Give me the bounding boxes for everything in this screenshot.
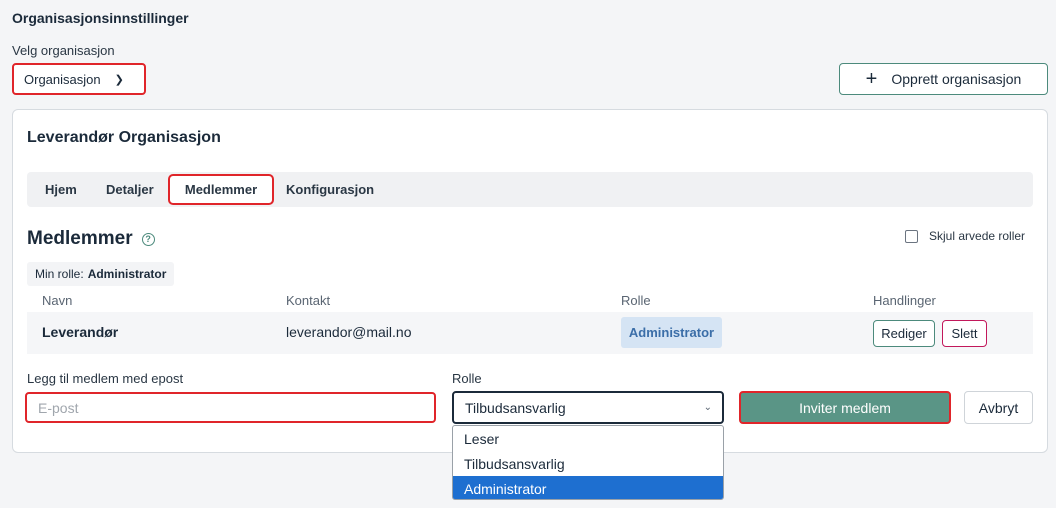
role-select-value: Tilbudsansvarlig bbox=[465, 399, 566, 416]
hide-inherited-roles[interactable]: Skjul arvede roller bbox=[905, 229, 1025, 243]
chevron-down-icon: ⌄ bbox=[703, 402, 712, 413]
help-icon[interactable]: ? bbox=[141, 232, 155, 246]
tab-members[interactable]: Medlemmer bbox=[168, 174, 274, 205]
member-name: Leverandør bbox=[42, 324, 119, 340]
role-option-tender-manager[interactable]: Tilbudsansvarlig bbox=[453, 451, 723, 476]
card-title: Leverandør Organisasjon bbox=[27, 129, 221, 146]
my-role-value: Administrator bbox=[87, 267, 167, 281]
column-header-name: Navn bbox=[42, 293, 73, 308]
column-header-contact: Kontakt bbox=[286, 293, 331, 308]
create-organization-label: Opprett organisasjon bbox=[891, 71, 1022, 87]
plus-icon: + bbox=[865, 68, 878, 90]
invite-member-button[interactable]: Inviter medlem bbox=[739, 391, 951, 424]
member-contact: leverandor@mail.no bbox=[286, 324, 412, 340]
role-option-reader[interactable]: Leser bbox=[453, 426, 723, 451]
column-header-actions: Handlinger bbox=[873, 293, 936, 308]
role-dropdown: Leser Tilbudsansvarlig Administrator bbox=[452, 425, 724, 500]
chevron-down-icon: ❯ bbox=[114, 73, 124, 86]
tab-details[interactable]: Detaljer bbox=[106, 172, 154, 207]
hide-inherited-checkbox[interactable] bbox=[905, 229, 918, 243]
column-header-role: Rolle bbox=[621, 293, 651, 308]
org-select-label: Velg organisasjon bbox=[12, 43, 115, 58]
delete-member-button[interactable]: Slett bbox=[942, 320, 987, 347]
tab-configuration[interactable]: Konfigurasjon bbox=[286, 172, 374, 207]
email-label: Legg til medlem med epost bbox=[27, 371, 184, 386]
my-role-label: Min rolle: bbox=[35, 267, 84, 281]
tab-home[interactable]: Hjem bbox=[45, 172, 77, 207]
role-option-administrator[interactable]: Administrator bbox=[453, 476, 723, 499]
role-label: Rolle bbox=[452, 371, 482, 386]
org-select-value: Organisasjon bbox=[24, 71, 101, 87]
edit-member-button[interactable]: Rediger bbox=[873, 320, 935, 347]
member-role-badge: Administrator bbox=[621, 317, 722, 348]
members-section-title: Medlemmer ? bbox=[27, 228, 155, 250]
hide-inherited-label: Skjul arvede roller bbox=[929, 229, 1026, 243]
tab-bar: Hjem Detaljer Medlemmer Konfigurasjon bbox=[27, 172, 1033, 207]
members-title-text: Medlemmer bbox=[27, 228, 133, 249]
create-organization-button[interactable]: + Opprett organisasjon bbox=[839, 63, 1048, 95]
email-input[interactable] bbox=[25, 392, 436, 423]
page-title: Organisasjonsinnstillinger bbox=[12, 10, 189, 26]
role-select[interactable]: Tilbudsansvarlig ⌄ bbox=[452, 391, 724, 424]
my-role-badge: Min rolle: Administrator bbox=[27, 262, 175, 286]
cancel-button[interactable]: Avbryt bbox=[964, 391, 1033, 424]
org-select[interactable]: Organisasjon ❯ bbox=[12, 63, 146, 95]
